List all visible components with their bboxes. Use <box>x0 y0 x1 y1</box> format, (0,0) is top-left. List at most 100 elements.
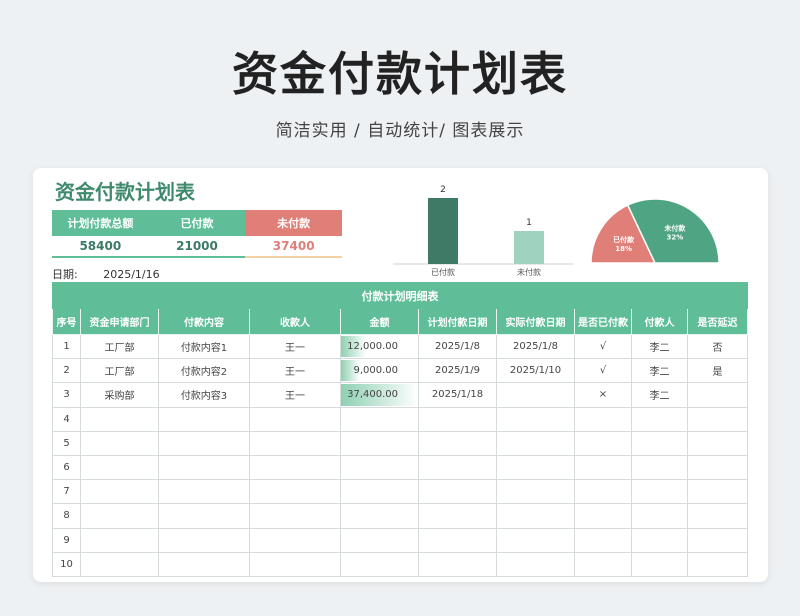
plan-date-cell[interactable] <box>418 406 497 432</box>
paid-cell[interactable] <box>574 527 632 553</box>
delayed-cell[interactable] <box>686 503 749 529</box>
amount-cell[interactable] <box>340 479 419 505</box>
delayed-cell[interactable] <box>686 479 749 505</box>
plan-date-cell[interactable] <box>418 503 497 529</box>
summary-value-total[interactable]: 58400 <box>52 236 149 258</box>
amount-cell[interactable] <box>340 454 419 481</box>
payee-cell[interactable] <box>249 551 341 577</box>
delayed-cell[interactable] <box>686 527 749 553</box>
plan-date-cell[interactable] <box>418 454 497 481</box>
content-cell[interactable]: 付款内容2 <box>158 358 250 384</box>
actual-date-cell[interactable] <box>496 430 575 456</box>
payer-cell[interactable] <box>631 430 688 456</box>
dept-cell[interactable]: 采购部 <box>80 382 159 408</box>
dept-cell[interactable] <box>80 479 159 505</box>
dept-cell[interactable]: 工厂部 <box>80 333 159 360</box>
payer-cell[interactable]: 李二 <box>631 333 688 360</box>
content-cell[interactable]: 付款内容1 <box>158 333 250 360</box>
payer-cell[interactable]: 李二 <box>631 382 688 408</box>
dept-cell[interactable] <box>80 430 159 456</box>
dept-cell[interactable] <box>80 527 159 553</box>
paid-cell[interactable]: √ <box>574 333 632 360</box>
column-header[interactable]: 收款人 <box>249 308 341 335</box>
content-cell[interactable]: 付款内容3 <box>158 382 250 408</box>
content-cell[interactable] <box>158 503 250 529</box>
row-number[interactable]: 8 <box>52 503 81 529</box>
paid-cell[interactable]: √ <box>574 358 632 384</box>
row-number[interactable]: 3 <box>52 382 81 408</box>
actual-date-cell[interactable]: 2025/1/8 <box>496 333 575 360</box>
amount-cell[interactable]: 9,000.00 <box>340 358 419 384</box>
payee-cell[interactable]: 王一 <box>249 358 341 384</box>
actual-date-cell[interactable] <box>496 382 575 408</box>
summary-value-paid[interactable]: 21000 <box>148 236 246 258</box>
actual-date-cell[interactable] <box>496 454 575 481</box>
payer-cell[interactable] <box>631 454 688 481</box>
paid-cell[interactable] <box>574 454 632 481</box>
column-header[interactable]: 资金申请部门 <box>80 308 159 335</box>
row-number[interactable]: 2 <box>52 358 81 384</box>
plan-date-cell[interactable]: 2025/1/9 <box>418 358 497 384</box>
amount-cell[interactable] <box>340 503 419 529</box>
amount-cell[interactable] <box>340 527 419 553</box>
delayed-cell[interactable] <box>686 551 749 577</box>
delayed-cell[interactable] <box>686 382 749 408</box>
paid-cell[interactable] <box>574 551 632 577</box>
payer-cell[interactable] <box>631 503 688 529</box>
actual-date-cell[interactable] <box>496 527 575 553</box>
payer-cell[interactable] <box>631 551 688 577</box>
plan-date-cell[interactable] <box>418 551 497 577</box>
payer-cell[interactable] <box>631 527 688 553</box>
delayed-cell[interactable]: 是 <box>686 358 749 384</box>
plan-date-cell[interactable]: 2025/1/18 <box>418 382 497 408</box>
actual-date-cell[interactable] <box>496 551 575 577</box>
payer-cell[interactable]: 李二 <box>631 358 688 384</box>
delayed-cell[interactable] <box>686 430 749 456</box>
amount-cell[interactable]: 37,400.00 <box>340 382 419 408</box>
payee-cell[interactable] <box>249 406 341 432</box>
amount-cell[interactable] <box>340 406 419 432</box>
content-cell[interactable] <box>158 454 250 481</box>
plan-date-cell[interactable] <box>418 430 497 456</box>
delayed-cell[interactable] <box>686 406 749 432</box>
actual-date-cell[interactable] <box>496 479 575 505</box>
dept-cell[interactable] <box>80 406 159 432</box>
column-header[interactable]: 是否已付款 <box>574 308 632 335</box>
paid-cell[interactable]: × <box>574 382 632 408</box>
row-number[interactable]: 9 <box>52 527 81 553</box>
date-value[interactable]: 2025/1/16 <box>103 268 159 281</box>
content-cell[interactable] <box>158 551 250 577</box>
payee-cell[interactable]: 王一 <box>249 382 341 408</box>
row-number[interactable]: 6 <box>52 454 81 481</box>
amount-cell[interactable] <box>340 551 419 577</box>
column-header[interactable]: 是否延迟 <box>686 308 749 335</box>
amount-cell[interactable] <box>340 430 419 456</box>
payee-cell[interactable] <box>249 454 341 481</box>
column-header[interactable]: 付款内容 <box>158 308 250 335</box>
delayed-cell[interactable]: 否 <box>686 333 749 360</box>
column-header[interactable]: 序号 <box>52 308 81 335</box>
actual-date-cell[interactable] <box>496 406 575 432</box>
column-header[interactable]: 计划付款日期 <box>418 308 497 335</box>
payer-cell[interactable] <box>631 479 688 505</box>
payer-cell[interactable] <box>631 406 688 432</box>
plan-date-cell[interactable] <box>418 479 497 505</box>
dept-cell[interactable]: 工厂部 <box>80 358 159 384</box>
payee-cell[interactable] <box>249 479 341 505</box>
dept-cell[interactable] <box>80 454 159 481</box>
content-cell[interactable] <box>158 479 250 505</box>
row-number[interactable]: 1 <box>52 333 81 360</box>
bar-mark[interactable] <box>428 198 458 264</box>
row-number[interactable]: 5 <box>52 430 81 456</box>
payee-cell[interactable]: 王一 <box>249 333 341 360</box>
summary-value-unpaid[interactable]: 37400 <box>245 236 343 258</box>
plan-date-cell[interactable] <box>418 527 497 553</box>
paid-cell[interactable] <box>574 406 632 432</box>
paid-cell[interactable] <box>574 479 632 505</box>
payee-cell[interactable] <box>249 503 341 529</box>
paid-cell[interactable] <box>574 503 632 529</box>
content-cell[interactable] <box>158 430 250 456</box>
delayed-cell[interactable] <box>686 454 749 481</box>
row-number[interactable]: 4 <box>52 406 81 432</box>
dept-cell[interactable] <box>80 551 159 577</box>
